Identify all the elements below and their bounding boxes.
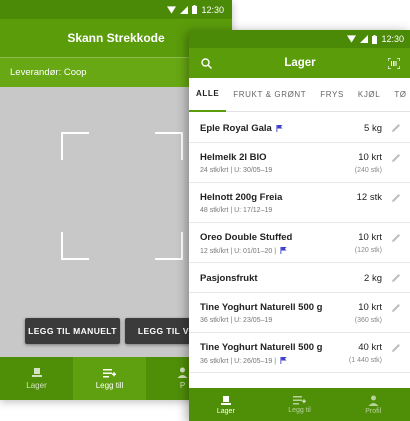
list-item[interactable]: Tine Yoghurt Naturell 500 g 36 stk/krt |… (189, 333, 410, 373)
profile-icon (368, 395, 379, 406)
add-list-icon (293, 396, 306, 405)
item-total: (360 stk) (354, 317, 382, 324)
page-title: Lager (284, 57, 316, 69)
item-name: Helmelk 2l BIO (200, 152, 267, 163)
status-bar: 12:30 (189, 30, 410, 48)
nav-label: Lager (26, 381, 47, 390)
edit-icon[interactable] (391, 153, 401, 163)
supplier-label: Leverandør: Coop (10, 67, 87, 78)
nav-label: Legg till (95, 380, 124, 390)
list-item[interactable]: Helmelk 2l BIO 24 stk/krt | U: 30/05–19 … (189, 143, 410, 183)
edit-icon[interactable] (391, 193, 401, 203)
item-name: Oreo Double Stuffed (200, 232, 293, 243)
nav-label: Legg til (288, 407, 311, 414)
status-time: 12:30 (381, 34, 404, 44)
item-total: (120 stk) (354, 247, 382, 254)
item-name-text: Eple Royal Gala (200, 123, 272, 134)
wifi-icon (167, 5, 177, 14)
scan-frame-corner-top-left (61, 132, 89, 160)
edit-icon[interactable] (391, 233, 401, 243)
item-details: 48 stk/krt | U: 17/12–19 (200, 207, 273, 214)
item-details: 36 stk/krt | U: 26/05–19 | (200, 357, 287, 365)
profile-icon (177, 367, 188, 378)
scan-frame-corner-bottom-left (61, 232, 89, 260)
tab-to[interactable]: TØ (387, 78, 410, 112)
item-details: 36 stk/krt | U: 23/05–19 (200, 317, 273, 324)
category-tabs: ALLE FRUKT & GRØNT FRYS KJØL TØ (189, 78, 410, 112)
screenshot-stage: 12:30 Skann Strekkode Leverandør: Coop E… (0, 0, 410, 421)
battery-icon (372, 34, 378, 44)
search-icon[interactable] (201, 57, 212, 69)
list-item[interactable]: Oreo Double Stuffed 12 stk/krt | U: 01/0… (189, 223, 410, 263)
nav-item-lager[interactable]: Lager (189, 388, 263, 421)
item-name: Helnott 200g Freia (200, 192, 283, 203)
item-total: (240 stk) (354, 167, 382, 174)
tab-alle[interactable]: ALLE (189, 78, 227, 112)
list-item[interactable]: Tine Yoghurt Naturell 500 g 36 stk/krt |… (189, 293, 410, 333)
item-details-text: 36 stk/krt | U: 26/05–19 | (200, 358, 277, 365)
lager-screen: 12:30 Lager ALLE FRUKT & GRØNT FRYS KJØL… (189, 30, 410, 421)
flag-icon (276, 125, 284, 132)
item-quantity: 5 kg (364, 123, 382, 134)
item-quantity: 2 kg (364, 273, 382, 284)
barcode-scan-icon[interactable] (387, 57, 400, 69)
item-details: 24 stk/krt | U: 30/05–19 (200, 167, 273, 174)
list-item[interactable]: Eple Royal Gala 5 kg (189, 113, 410, 143)
item-quantity: 10 krt (358, 152, 382, 163)
tab-frukt-gront[interactable]: FRUKT & GRØNT (226, 78, 313, 112)
status-time: 12:30 (201, 4, 224, 15)
lager-bottom-nav: Lager Legg til Profil (189, 388, 410, 421)
item-total: (1 440 stk) (348, 357, 382, 364)
tab-frys[interactable]: FRYS (313, 78, 351, 112)
item-quantity: 12 stk (356, 192, 382, 203)
edit-icon[interactable] (391, 273, 401, 283)
status-bar: 12:30 (0, 0, 232, 19)
flag-icon (280, 247, 287, 254)
nav-label: Profil (365, 407, 382, 415)
list-item[interactable]: Helnott 200g Freia 48 stk/krt | U: 17/12… (189, 183, 410, 223)
item-quantity: 40 krt (358, 342, 382, 353)
nav-item-profil[interactable]: Profil (336, 388, 410, 421)
scan-frame-corner-top-right (155, 132, 183, 160)
edit-icon[interactable] (391, 343, 401, 353)
item-details-text: 12 stk/krt | U: 01/01–20 | (200, 248, 277, 255)
item-name: Tine Yoghurt Naturell 500 g (200, 302, 323, 313)
item-quantity: 10 krt (358, 302, 382, 313)
list-item[interactable]: Pasjonsfrukt 2 kg (189, 263, 410, 293)
add-manual-button[interactable]: LEGG TIL MANUELT (25, 318, 120, 344)
item-name: Pasjonsfrukt (200, 273, 258, 284)
tab-kjol[interactable]: KJØL (351, 78, 387, 112)
signal-icon (180, 5, 189, 14)
nav-item-lager[interactable]: Lager (0, 357, 73, 400)
warehouse-icon (220, 395, 231, 405)
item-name: Tine Yoghurt Naturell 500 g (200, 342, 323, 353)
warehouse-icon (31, 368, 42, 377)
item-quantity: 10 krt (358, 232, 382, 243)
item-details: 12 stk/krt | U: 01/01–20 | (200, 247, 287, 255)
flag-icon (280, 357, 287, 364)
nav-item-legg-till[interactable]: Legg till (73, 357, 146, 400)
inventory-list: Eple Royal Gala 5 kg Helmelk 2l BIO 24 s… (189, 113, 410, 373)
edit-icon[interactable] (391, 123, 401, 133)
page-title: Skann Strekkode (67, 31, 165, 45)
scan-frame-corner-bottom-right (155, 232, 183, 260)
item-name: Eple Royal Gala (200, 123, 284, 134)
nav-label: Lager (216, 407, 235, 415)
lager-app-bar: Lager (189, 48, 410, 78)
nav-label: P (179, 381, 186, 390)
nav-item-legg-til[interactable]: Legg til (263, 388, 337, 421)
signal-icon (360, 35, 369, 43)
add-list-icon (103, 368, 116, 377)
battery-icon (192, 5, 198, 14)
edit-icon[interactable] (391, 303, 401, 313)
wifi-icon (347, 35, 357, 43)
